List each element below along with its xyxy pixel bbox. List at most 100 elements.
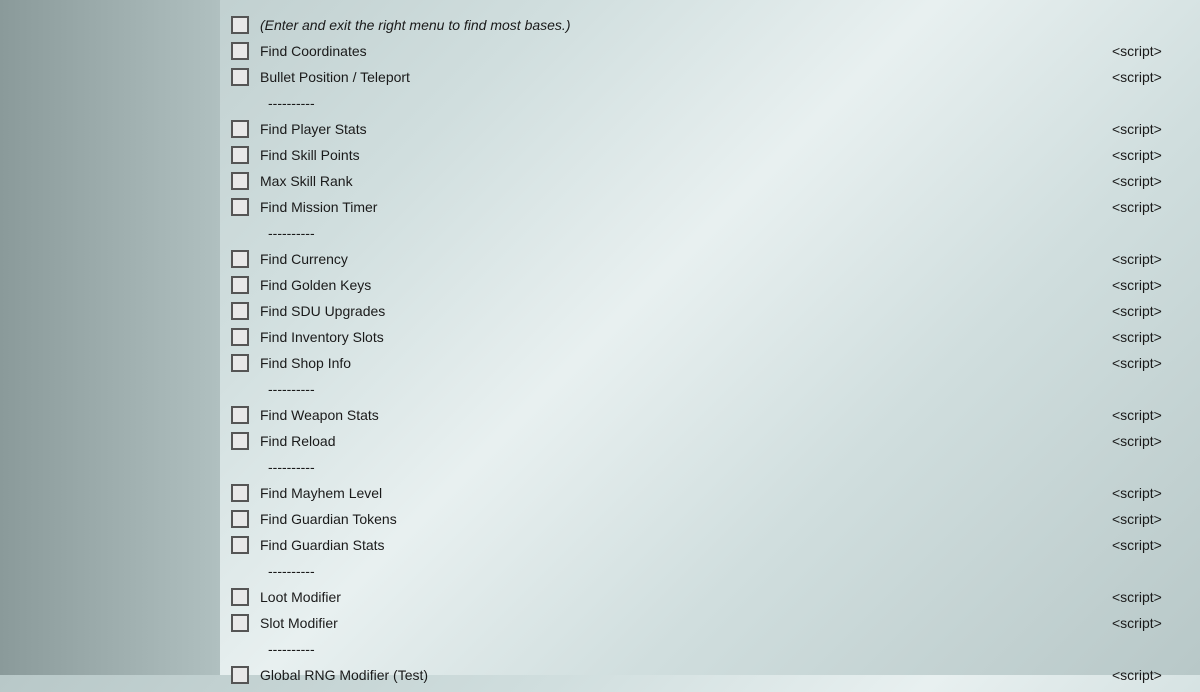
item-label: Loot Modifier bbox=[260, 589, 1112, 605]
header-note-text: (Enter and exit the right menu to find m… bbox=[260, 17, 1192, 33]
list-item: Find Inventory Slots<script> bbox=[220, 324, 1200, 350]
separator-row: ---------- bbox=[220, 636, 1200, 662]
item-label: Find Guardian Stats bbox=[260, 537, 1112, 553]
item-script: <script> bbox=[1112, 433, 1192, 449]
item-label: Find Mayhem Level bbox=[260, 485, 1112, 501]
checkbox-wrapper bbox=[220, 68, 260, 86]
list-item: Find Weapon Stats<script> bbox=[220, 402, 1200, 428]
checkbox-wrapper bbox=[220, 536, 260, 554]
item-label: Find Guardian Tokens bbox=[260, 511, 1112, 527]
checkbox-wrapper bbox=[220, 406, 260, 424]
item-label: Find Skill Points bbox=[260, 147, 1112, 163]
separator-row: ---------- bbox=[220, 454, 1200, 480]
item-label: Find Coordinates bbox=[260, 43, 1112, 59]
list-item: Find Reload<script> bbox=[220, 428, 1200, 454]
item-script: <script> bbox=[1112, 537, 1192, 553]
item-checkbox[interactable] bbox=[231, 536, 249, 554]
item-checkbox[interactable] bbox=[231, 172, 249, 190]
item-label: Slot Modifier bbox=[260, 615, 1112, 631]
item-checkbox[interactable] bbox=[231, 510, 249, 528]
list-item: Find Guardian Stats<script> bbox=[220, 532, 1200, 558]
separator-row: ---------- bbox=[220, 90, 1200, 116]
list-item: Slot Modifier<script> bbox=[220, 610, 1200, 636]
checkbox-wrapper bbox=[220, 588, 260, 606]
item-checkbox[interactable] bbox=[231, 432, 249, 450]
checkbox-wrapper bbox=[220, 276, 260, 294]
main-container: (Enter and exit the right menu to find m… bbox=[0, 0, 1200, 675]
item-checkbox[interactable] bbox=[231, 328, 249, 346]
item-script: <script> bbox=[1112, 147, 1192, 163]
checkbox-wrapper bbox=[220, 666, 260, 684]
header-checkbox-wrapper bbox=[220, 16, 260, 34]
checkbox-wrapper bbox=[220, 120, 260, 138]
item-checkbox[interactable] bbox=[231, 42, 249, 60]
item-script: <script> bbox=[1112, 69, 1192, 85]
item-label: Find Currency bbox=[260, 251, 1112, 267]
checkbox-wrapper bbox=[220, 198, 260, 216]
checkbox-wrapper bbox=[220, 146, 260, 164]
checkbox-wrapper bbox=[220, 432, 260, 450]
item-checkbox[interactable] bbox=[231, 198, 249, 216]
separator-text: ---------- bbox=[220, 641, 1192, 657]
item-checkbox[interactable] bbox=[231, 120, 249, 138]
checkbox-wrapper bbox=[220, 42, 260, 60]
separator-row: ---------- bbox=[220, 558, 1200, 584]
content-area: (Enter and exit the right menu to find m… bbox=[220, 8, 1200, 692]
list-item: Bullet Position / Teleport<script> bbox=[220, 64, 1200, 90]
item-checkbox[interactable] bbox=[231, 666, 249, 684]
left-panel bbox=[0, 0, 220, 675]
item-script: <script> bbox=[1112, 173, 1192, 189]
item-label: Bullet Position / Teleport bbox=[260, 69, 1112, 85]
item-script: <script> bbox=[1112, 511, 1192, 527]
checkbox-wrapper bbox=[220, 354, 260, 372]
list-item: Find Currency<script> bbox=[220, 246, 1200, 272]
item-script: <script> bbox=[1112, 277, 1192, 293]
item-label: Global RNG Modifier (Test) bbox=[260, 667, 1112, 683]
list-item: Find Skill Points<script> bbox=[220, 142, 1200, 168]
checkbox-wrapper bbox=[220, 250, 260, 268]
separator-row: ---------- bbox=[220, 376, 1200, 402]
item-checkbox[interactable] bbox=[231, 146, 249, 164]
item-checkbox[interactable] bbox=[231, 250, 249, 268]
item-script: <script> bbox=[1112, 589, 1192, 605]
checkbox-wrapper bbox=[220, 172, 260, 190]
item-label: Find Shop Info bbox=[260, 355, 1112, 371]
item-script: <script> bbox=[1112, 199, 1192, 215]
list-item: Find SDU Upgrades<script> bbox=[220, 298, 1200, 324]
item-label: Find Reload bbox=[260, 433, 1112, 449]
item-checkbox[interactable] bbox=[231, 588, 249, 606]
item-checkbox[interactable] bbox=[231, 484, 249, 502]
checkbox-wrapper bbox=[220, 510, 260, 528]
separator-text: ---------- bbox=[220, 95, 1192, 111]
item-label: Find Golden Keys bbox=[260, 277, 1112, 293]
checkbox-wrapper bbox=[220, 484, 260, 502]
item-checkbox[interactable] bbox=[231, 302, 249, 320]
header-note-row: (Enter and exit the right menu to find m… bbox=[220, 12, 1200, 38]
item-script: <script> bbox=[1112, 485, 1192, 501]
items-list: Find Coordinates<script>Bullet Position … bbox=[220, 38, 1200, 688]
item-checkbox[interactable] bbox=[231, 406, 249, 424]
list-item: Find Guardian Tokens<script> bbox=[220, 506, 1200, 532]
list-item: Find Golden Keys<script> bbox=[220, 272, 1200, 298]
separator-row: ---------- bbox=[220, 220, 1200, 246]
item-label: Max Skill Rank bbox=[260, 173, 1112, 189]
item-checkbox[interactable] bbox=[231, 354, 249, 372]
item-checkbox[interactable] bbox=[231, 68, 249, 86]
separator-text: ---------- bbox=[220, 563, 1192, 579]
list-item: Find Shop Info<script> bbox=[220, 350, 1200, 376]
list-item: Global RNG Modifier (Test)<script> bbox=[220, 662, 1200, 688]
item-label: Find Weapon Stats bbox=[260, 407, 1112, 423]
separator-text: ---------- bbox=[220, 225, 1192, 241]
list-item: Find Coordinates<script> bbox=[220, 38, 1200, 64]
item-checkbox[interactable] bbox=[231, 614, 249, 632]
list-item: Find Mission Timer<script> bbox=[220, 194, 1200, 220]
separator-text: ---------- bbox=[220, 459, 1192, 475]
item-script: <script> bbox=[1112, 43, 1192, 59]
item-script: <script> bbox=[1112, 251, 1192, 267]
item-script: <script> bbox=[1112, 329, 1192, 345]
checkbox-wrapper bbox=[220, 302, 260, 320]
item-checkbox[interactable] bbox=[231, 276, 249, 294]
item-label: Find Mission Timer bbox=[260, 199, 1112, 215]
header-checkbox[interactable] bbox=[231, 16, 249, 34]
item-script: <script> bbox=[1112, 667, 1192, 683]
